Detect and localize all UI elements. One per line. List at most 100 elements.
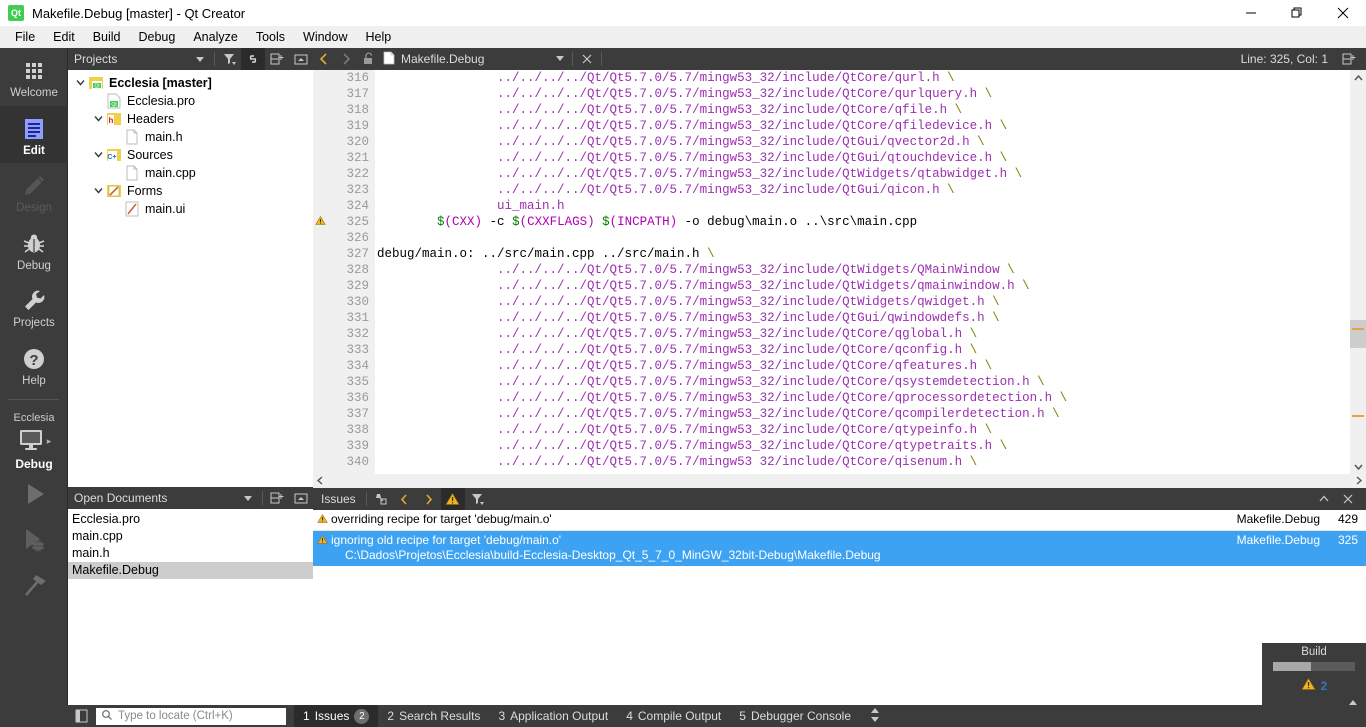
code-line[interactable]: 337 ../../../../Qt/Qt5.7.0/5.7/mingw53_3… — [313, 406, 1350, 422]
code-line[interactable]: 318 ../../../../Qt/Qt5.7.0/5.7/mingw53_3… — [313, 102, 1350, 118]
menu-item-edit[interactable]: Edit — [44, 27, 84, 47]
menu-item-build[interactable]: Build — [84, 27, 130, 47]
tree-item[interactable]: Forms — [68, 182, 313, 200]
broom-icon[interactable] — [369, 488, 393, 510]
editor-scrollbar-thumb[interactable] — [1350, 320, 1366, 348]
code-line[interactable]: 340 ../../../../Qt/Qt5.7.0/5.7/mingw53 3… — [313, 454, 1350, 470]
scroll-left-arrow-icon[interactable] — [313, 475, 327, 487]
code-line[interactable]: 332 ../../../../Qt/Qt5.7.0/5.7/mingw53_3… — [313, 326, 1350, 342]
projects-dock-menu-button[interactable] — [188, 48, 212, 70]
tree-item[interactable]: main.ui — [68, 200, 313, 218]
mode-welcome[interactable]: Welcome — [0, 48, 68, 106]
scroll-down-arrow-icon[interactable] — [1350, 458, 1366, 474]
issue-row[interactable]: ignoring old recipe for target 'debug/ma… — [313, 531, 1366, 566]
menu-item-tools[interactable]: Tools — [247, 27, 294, 47]
code-line[interactable]: 323 ../../../../Qt/Qt5.7.0/5.7/mingw53_3… — [313, 182, 1350, 198]
build-warning-status[interactable]: 2 — [1301, 677, 1327, 694]
scroll-up-arrow-icon[interactable] — [1350, 70, 1366, 86]
code-line[interactable]: 328 ../../../../Qt/Qt5.7.0/5.7/mingw53_3… — [313, 262, 1350, 278]
issues-list[interactable]: overriding recipe for target 'debug/main… — [313, 510, 1366, 705]
tree-item[interactable]: Qt Ecclesia.pro — [68, 92, 313, 110]
tree-item[interactable]: Qt Ecclesia [master] — [68, 74, 313, 92]
menu-item-window[interactable]: Window — [294, 27, 356, 47]
filter-icon[interactable] — [465, 488, 489, 510]
code-line[interactable]: 338 ../../../../Qt/Qt5.7.0/5.7/mingw53_3… — [313, 422, 1350, 438]
code-line[interactable]: 324 ui_main.h — [313, 198, 1350, 214]
line-column-indicator[interactable]: Line: 325, Col: 1 — [1241, 52, 1338, 66]
chevron-down-icon[interactable] — [90, 186, 106, 197]
go-back-button[interactable] — [313, 48, 335, 70]
go-forward-button[interactable] — [335, 48, 357, 70]
code-line[interactable]: 330 ../../../../Qt/Qt5.7.0/5.7/mingw53_3… — [313, 294, 1350, 310]
close-button[interactable] — [1320, 0, 1366, 26]
close-x-icon[interactable] — [576, 48, 598, 70]
code-line[interactable]: 325 $(CXX) -c $(CXXFLAGS) $(INCPATH) -o … — [313, 214, 1350, 230]
code-line[interactable]: 320 ../../../../Qt/Qt5.7.0/5.7/mingw53_3… — [313, 134, 1350, 150]
tree-item[interactable]: main.cpp — [68, 164, 313, 182]
code-line[interactable]: 331 ../../../../Qt/Qt5.7.0/5.7/mingw53_3… — [313, 310, 1350, 326]
open-document-item[interactable]: Ecclesia.pro — [68, 511, 313, 528]
output-tab-debugger-console[interactable]: 5 Debugger Console — [730, 705, 860, 727]
chevron-down-icon[interactable] — [90, 150, 106, 161]
code-line[interactable]: 316 ../../../../Qt/Qt5.7.0/5.7/mingw53_3… — [313, 70, 1350, 86]
editor-horizontal-scrollbar[interactable] — [313, 474, 1366, 488]
code-line[interactable]: 327 debug/main.o: ../src/main.cpp ../src/… — [313, 246, 1350, 262]
collapse-icon[interactable] — [289, 48, 313, 70]
code-line[interactable]: 334 ../../../../Qt/Qt5.7.0/5.7/mingw53_3… — [313, 358, 1350, 374]
project-tree[interactable]: Qt Ecclesia [master] Qt Ecclesia.pro h Header… — [68, 70, 313, 218]
code-line[interactable]: 322 ../../../../Qt/Qt5.7.0/5.7/mingw53_3… — [313, 166, 1350, 182]
mode-edit[interactable]: Edit — [0, 105, 68, 163]
code-line[interactable]: 321 ../../../../Qt/Qt5.7.0/5.7/mingw53_3… — [313, 150, 1350, 166]
next-issue-button[interactable] — [417, 488, 441, 510]
filter-icon[interactable] — [217, 48, 241, 70]
build-project-button[interactable] — [0, 563, 68, 609]
kit-selector[interactable]: Ecclesia ▸ Debug — [0, 406, 68, 471]
chevron-down-icon[interactable] — [90, 114, 106, 125]
start-debugging-button[interactable] — [0, 517, 68, 563]
output-tab-issues[interactable]: 1 Issues 2 — [294, 705, 379, 727]
open-editor-combo[interactable]: Makefile.Debug — [379, 48, 569, 70]
run-button[interactable] — [0, 471, 68, 517]
code-line[interactable]: 319 ../../../../Qt/Qt5.7.0/5.7/mingw53_3… — [313, 118, 1350, 134]
chevron-down-icon[interactable] — [555, 52, 565, 66]
code-line[interactable]: 333 ../../../../Qt/Qt5.7.0/5.7/mingw53_3… — [313, 342, 1350, 358]
scroll-right-arrow-icon[interactable] — [1352, 475, 1366, 487]
code-line[interactable]: 317 ../../../../Qt/Qt5.7.0/5.7/mingw53_3… — [313, 86, 1350, 102]
code-line[interactable]: 339 ../../../../Qt/Qt5.7.0/5.7/mingw53_3… — [313, 438, 1350, 454]
link-icon[interactable] — [241, 48, 265, 70]
menu-item-debug[interactable]: Debug — [130, 27, 185, 47]
open-documents-list[interactable]: Ecclesia.pro main.cpp main.h Makefile.Debug — [68, 509, 313, 579]
chevron-up-icon[interactable] — [1312, 488, 1336, 510]
open-document-item[interactable]: main.h — [68, 545, 313, 562]
issue-row[interactable]: overriding recipe for target 'debug/main… — [313, 510, 1366, 531]
open-documents-menu-button[interactable] — [236, 487, 260, 509]
minimize-button[interactable] — [1228, 0, 1274, 26]
locator-input[interactable]: Type to locate (Ctrl+K) — [96, 707, 286, 725]
unlocked-padlock-icon[interactable] — [357, 48, 379, 70]
code-line[interactable]: 329 ../../../../Qt/Qt5.7.0/5.7/mingw53_3… — [313, 278, 1350, 294]
split-add-icon[interactable] — [265, 48, 289, 70]
open-document-item[interactable]: Makefile.Debug — [68, 562, 313, 579]
output-tab-application-output[interactable]: 3 Application Output — [489, 705, 617, 727]
previous-issue-button[interactable] — [393, 488, 417, 510]
up-down-arrows-icon[interactable] — [870, 707, 880, 726]
tree-item[interactable]: C+ Sources — [68, 146, 313, 164]
menu-item-help[interactable]: Help — [356, 27, 400, 47]
toggle-sidebar-icon[interactable] — [68, 705, 94, 727]
warning-triangle-icon[interactable] — [440, 488, 465, 510]
code-line[interactable]: 336 ../../../../Qt/Qt5.7.0/5.7/mingw53_3… — [313, 390, 1350, 406]
maximize-restore-button[interactable] — [1274, 0, 1320, 26]
menu-item-analyze[interactable]: Analyze — [184, 27, 246, 47]
code-lines[interactable]: 316 ../../../../Qt/Qt5.7.0/5.7/mingw53_3… — [313, 70, 1350, 474]
tree-item[interactable]: h Headers — [68, 110, 313, 128]
tree-item[interactable]: main.h — [68, 128, 313, 146]
code-editor[interactable]: 316 ../../../../Qt/Qt5.7.0/5.7/mingw53_3… — [313, 70, 1366, 488]
collapse-icon[interactable] — [289, 487, 313, 509]
menu-item-file[interactable]: File — [6, 27, 44, 47]
output-pane-tabs[interactable]: 1 Issues 2 2 Search Results 3 Application Outp… — [294, 705, 860, 727]
mode-projects[interactable]: Projects — [0, 278, 68, 336]
output-tab-compile-output[interactable]: 4 Compile Output — [617, 705, 730, 727]
mode-help[interactable]: ? Help — [0, 336, 68, 394]
code-line[interactable]: 335 ../../../../Qt/Qt5.7.0/5.7/mingw53_3… — [313, 374, 1350, 390]
split-add-icon[interactable] — [1338, 48, 1360, 70]
